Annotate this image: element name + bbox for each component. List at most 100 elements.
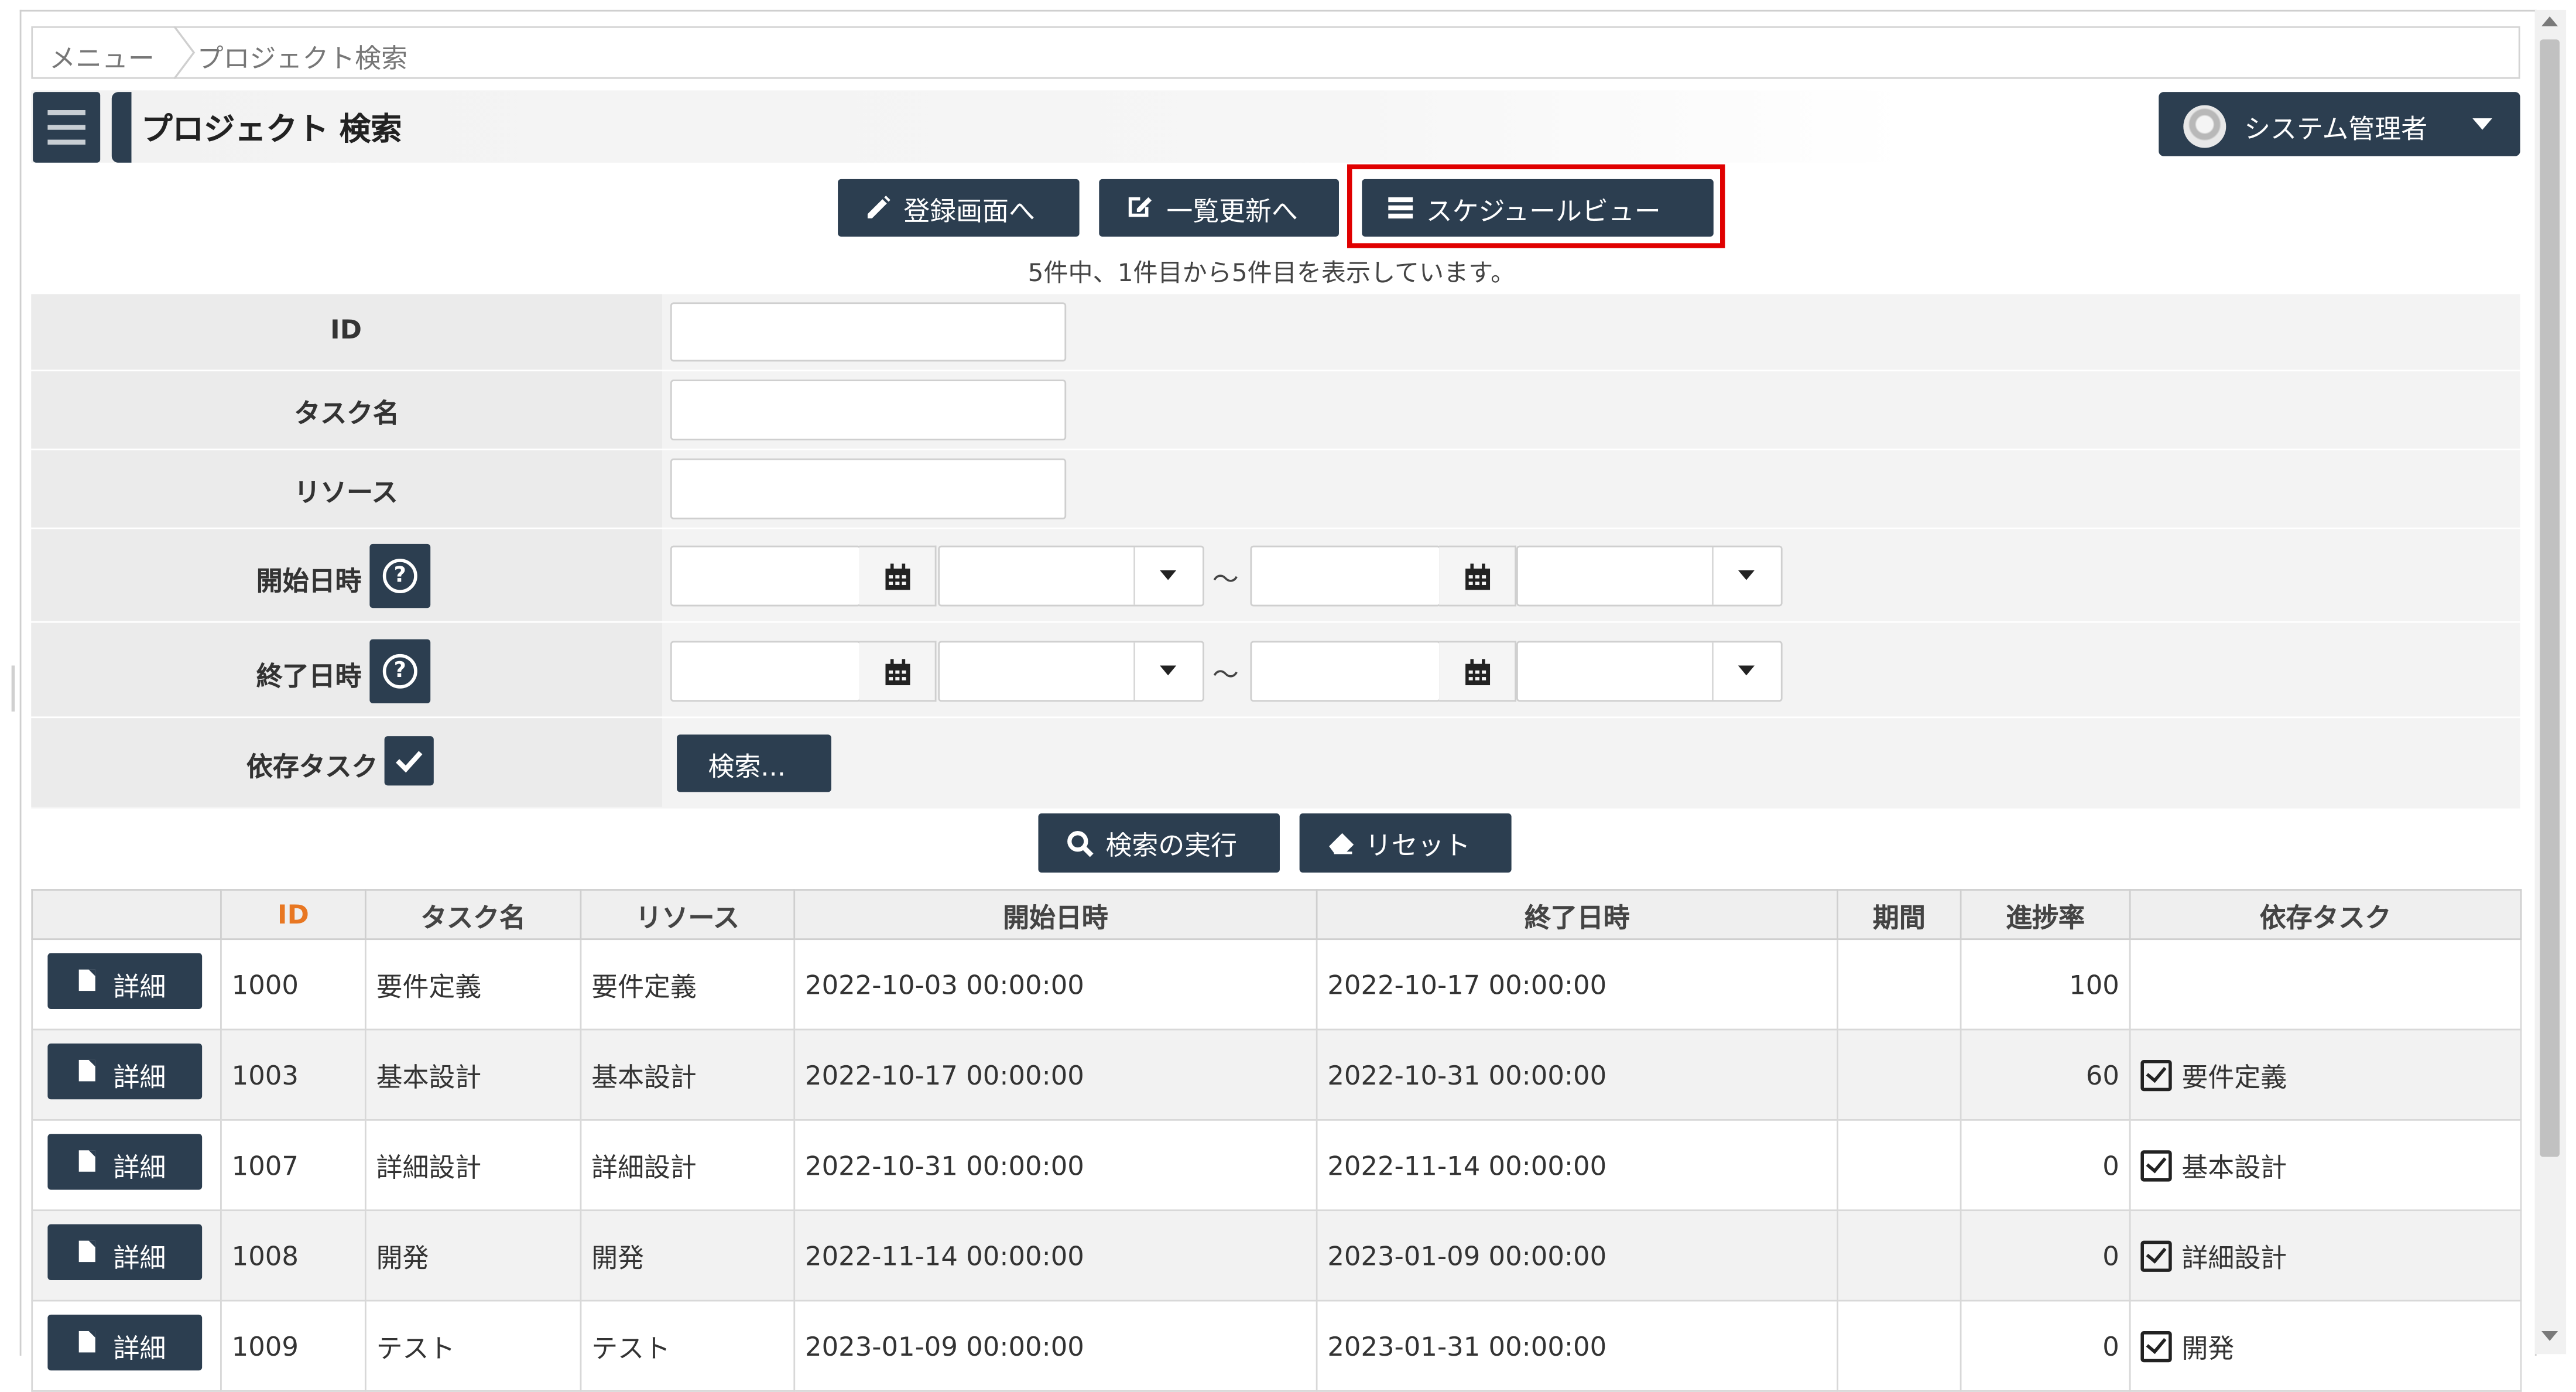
search-submit-button[interactable]: 検索の実行 xyxy=(1038,813,1280,873)
select-dropdown xyxy=(1711,547,1781,605)
reset-button[interactable]: リセット xyxy=(1299,813,1512,873)
register-button-label: 登録画面へ xyxy=(903,195,1035,227)
detail-label: 詳細 xyxy=(113,1332,166,1364)
cell-end: 2022-10-17 00:00:00 xyxy=(1316,938,1839,1031)
resize-handle[interactable] xyxy=(11,665,15,712)
cell-progress: 100 xyxy=(1960,938,2131,1031)
cell-end: 2022-10-31 00:00:00 xyxy=(1316,1028,1839,1121)
eraser-icon xyxy=(1329,833,1354,854)
cell-resource: 基本設計 xyxy=(580,1028,796,1121)
col-header-resource[interactable]: リソース xyxy=(580,889,796,940)
cell-task-name: 詳細設計 xyxy=(364,1119,582,1212)
col-header-end[interactable]: 終了日時 xyxy=(1316,889,1839,940)
schedule-view-button-label: スケジュールビュー xyxy=(1426,195,1661,227)
user-name: システム管理者 xyxy=(2244,113,2428,145)
avatar xyxy=(2183,105,2226,148)
register-button[interactable]: 登録画面へ xyxy=(838,179,1080,237)
caret-down-icon xyxy=(1160,570,1177,580)
cell-resource: 詳細設計 xyxy=(580,1119,796,1212)
scroll-up-icon[interactable] xyxy=(2541,16,2558,26)
detail-button[interactable]: 詳細 xyxy=(47,953,203,1009)
cell-resource: 開発 xyxy=(580,1209,796,1302)
search-icon xyxy=(1067,831,1094,857)
caret-down-icon xyxy=(1738,665,1755,676)
start-date-to-calendar-button[interactable] xyxy=(1439,545,1517,607)
detail-button[interactable]: 詳細 xyxy=(47,1224,203,1280)
id-input[interactable] xyxy=(670,302,1067,362)
cell-dependency: 基本設計 xyxy=(2129,1119,2522,1212)
col-header-id[interactable]: ID xyxy=(220,889,366,940)
start-time-to-select[interactable] xyxy=(1516,545,1783,607)
cell-dependency: 開発 xyxy=(2129,1299,2522,1392)
result-count: 5件中、1件目から5件目を表示しています。 xyxy=(1027,258,1516,288)
start-time-from-select[interactable] xyxy=(938,545,1204,607)
end-date-from-input[interactable] xyxy=(670,641,861,702)
cell-duration xyxy=(1837,1119,1962,1212)
start-help-button[interactable]: ? xyxy=(369,543,431,608)
scrollbar-thumb[interactable] xyxy=(2540,39,2560,1157)
start-date-from-calendar-button[interactable] xyxy=(859,545,937,607)
col-header-duration[interactable]: 期間 xyxy=(1837,889,1962,940)
hamburger-menu-button[interactable] xyxy=(33,92,101,163)
dependency-search-button-label: 検索... xyxy=(708,751,786,782)
scroll-down-icon[interactable] xyxy=(2541,1331,2558,1341)
file-icon xyxy=(78,1240,95,1263)
cell-start: 2023-01-09 00:00:00 xyxy=(793,1299,1318,1392)
detail-button[interactable]: 詳細 xyxy=(47,1043,203,1100)
cell-progress: 0 xyxy=(1960,1299,2131,1392)
table-row: 詳細 1007 詳細設計 詳細設計 2022-10-31 00:00:00 20… xyxy=(31,1119,2522,1212)
detail-label: 詳細 xyxy=(113,1061,166,1093)
end-date-from-calendar-button[interactable] xyxy=(859,641,937,702)
calendar-icon xyxy=(1465,563,1491,590)
results-table: ID タスク名 リソース 開始日時 終了日時 期間 進捗率 依存タスク 詳細 1… xyxy=(31,889,2522,1392)
detail-label: 詳細 xyxy=(113,971,166,1003)
start-date-to-input[interactable] xyxy=(1250,545,1441,607)
check-icon xyxy=(396,751,423,773)
detail-button[interactable]: 詳細 xyxy=(47,1314,203,1371)
calendar-icon xyxy=(1465,659,1491,686)
resource-input[interactable] xyxy=(670,458,1067,519)
end-time-from-select[interactable] xyxy=(938,641,1204,702)
end-help-button[interactable]: ? xyxy=(369,639,431,704)
bulk-update-button[interactable]: 一覧更新へ xyxy=(1099,179,1339,237)
dependency-label: 依存タスク xyxy=(246,751,378,782)
title-accent xyxy=(111,92,132,163)
detail-button[interactable]: 詳細 xyxy=(47,1134,203,1190)
breadcrumb-menu-link[interactable]: メニュー xyxy=(49,36,155,76)
action-cell: 詳細 xyxy=(31,1119,222,1212)
select-dropdown xyxy=(1133,547,1203,605)
cell-task-name: 基本設計 xyxy=(364,1028,582,1121)
dependency-search-button[interactable]: 検索... xyxy=(677,734,831,792)
dependency-name: 基本設計 xyxy=(2181,1152,2287,1184)
table-header-row: ID タスク名 リソース 開始日時 終了日時 期間 進捗率 依存タスク xyxy=(31,889,2522,940)
start-date-from-input[interactable] xyxy=(670,545,861,607)
bulk-update-button-label: 一覧更新へ xyxy=(1166,195,1298,227)
detail-label: 詳細 xyxy=(113,1242,166,1274)
task-name-label-cell: タスク名 xyxy=(31,371,662,449)
col-header-dependency[interactable]: 依存タスク xyxy=(2129,889,2522,940)
schedule-view-button[interactable]: スケジュールビュー xyxy=(1362,179,1714,237)
detail-label: 詳細 xyxy=(113,1152,166,1184)
user-menu-button[interactable]: システム管理者 xyxy=(2159,92,2520,156)
cell-id: 1008 xyxy=(220,1209,366,1302)
id-label: ID xyxy=(330,313,362,346)
col-header-task-name[interactable]: タスク名 xyxy=(364,889,582,940)
end-label-cell: 終了日時 xyxy=(31,623,662,717)
col-header-progress[interactable]: 進捗率 xyxy=(1960,889,2131,940)
checkbox-checked-icon xyxy=(2140,1240,2172,1272)
cell-progress: 0 xyxy=(1960,1119,2131,1212)
cell-id: 1000 xyxy=(220,938,366,1031)
dependency-checkbox[interactable] xyxy=(384,736,434,786)
caret-down-icon xyxy=(1160,665,1177,676)
cell-duration xyxy=(1837,938,1962,1031)
resource-label-cell: リソース xyxy=(31,450,662,528)
cell-id: 1009 xyxy=(220,1299,366,1392)
end-date-to-calendar-button[interactable] xyxy=(1439,641,1517,702)
end-time-to-select[interactable] xyxy=(1516,641,1783,702)
task-name-input[interactable] xyxy=(670,379,1067,441)
hamburger-icon xyxy=(47,125,85,130)
end-date-to-input[interactable] xyxy=(1250,641,1441,702)
col-header-start[interactable]: 開始日時 xyxy=(793,889,1318,940)
table-row: 詳細 1003 基本設計 基本設計 2022-10-17 00:00:00 20… xyxy=(31,1028,2522,1121)
cell-progress: 60 xyxy=(1960,1028,2131,1121)
